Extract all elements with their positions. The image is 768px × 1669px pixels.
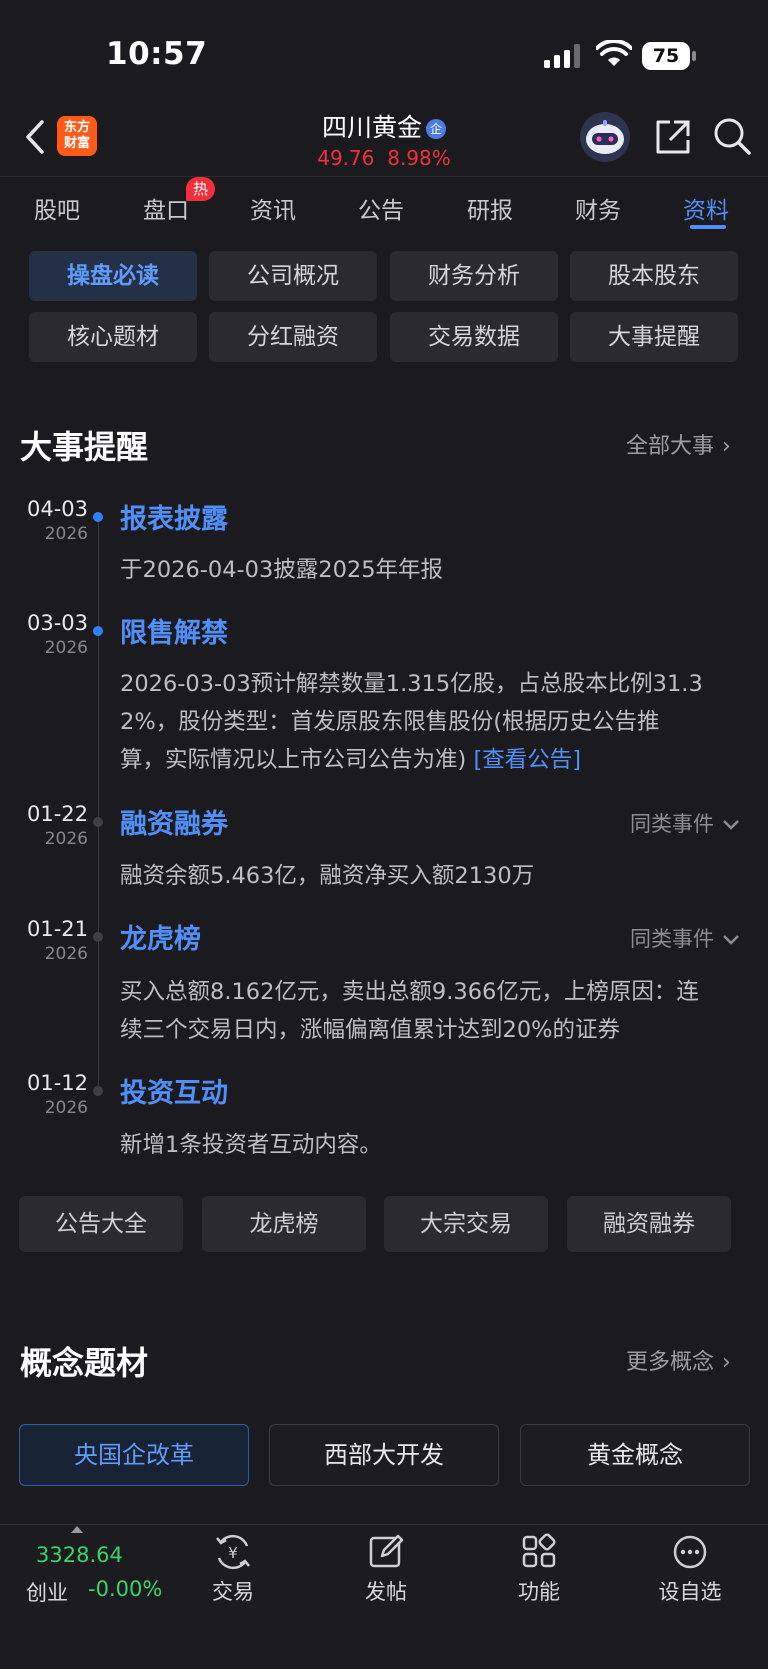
price-line: 49.76 8.98% [0,146,768,170]
event-date: 01-22 [26,802,88,826]
edit-icon [369,1534,404,1568]
timeline-dot [93,1086,103,1096]
margin-trading-button[interactable]: 融资融券 [567,1196,731,1252]
dragon-tiger-list-button[interactable]: 龙虎榜 [202,1196,366,1252]
hot-badge: 热 [186,177,216,201]
nav-post[interactable]: 发帖 [336,1532,436,1606]
tab-active-indicator [690,225,726,229]
stock-name: 四川黄金 [321,113,422,142]
block-trade-button[interactable]: 大宗交易 [384,1196,548,1252]
timeline-dot [93,626,103,636]
stock-title[interactable]: 四川黄金企 [0,108,768,144]
tab-finance[interactable]: 财务 [575,191,621,225]
more-icon [673,1535,707,1569]
enterprise-badge: 企 [426,119,446,139]
stock-price: 49.76 [317,146,375,170]
event-year: 2026 [44,524,88,544]
event-year: 2026 [44,1098,88,1118]
event-date: 01-12 [26,1071,88,1095]
event-title[interactable]: 限售解禁 [120,611,228,650]
tab-bar: 股吧 盘口 热 资讯 公告 研报 财务 资料 [0,176,768,232]
concept-tag[interactable]: 黄金概念 [520,1424,750,1486]
tab-news[interactable]: 资讯 [250,191,296,225]
cellular-signal-icon [544,44,580,68]
event-title[interactable]: 报表披露 [120,497,228,536]
index-value[interactable]: 3328.64 [36,1543,123,1567]
search-icon[interactable] [712,116,752,156]
index-change: -0.00% [88,1577,163,1601]
event-title[interactable]: 龙虎榜 [120,917,201,956]
status-time: 10:57 [106,36,208,72]
event-date: 01-21 [26,917,88,941]
event-date: 03-03 [26,611,88,635]
expand-caret-icon[interactable] [71,1526,83,1533]
concept-section-title: 概念题材 [20,1344,149,1382]
chip-dividends[interactable]: 分红融资 [209,312,377,362]
chip-trading-data[interactable]: 交易数据 [390,312,558,362]
stock-change: 8.98% [387,146,451,170]
event-description: 买入总额8.162亿元，卖出总额9.366亿元，上榜原因：连 续三个交易日内，涨… [120,979,699,1043]
all-announcements-button[interactable]: 公告大全 [19,1196,183,1252]
similar-events-toggle[interactable]: 同类事件 [630,808,740,838]
event-year: 2026 [44,944,88,964]
timeline-dot [93,512,103,522]
assistant-robot-icon[interactable] [580,112,630,162]
event-year: 2026 [44,829,88,849]
nav-add-watchlist[interactable]: 设自选 [640,1532,740,1606]
timeline-line [98,515,99,1095]
svg-text:¥: ¥ [228,1544,238,1562]
nav-functions[interactable]: 功能 [489,1532,589,1606]
event-title[interactable]: 融资融券 [120,802,228,841]
tab-pankou[interactable]: 盘口 [143,191,189,225]
tab-research[interactable]: 研报 [467,191,513,225]
battery-level: 75 [642,42,690,70]
event-year: 2026 [44,638,88,658]
all-events-link[interactable]: 全部大事 › [626,428,731,460]
similar-events-toggle[interactable]: 同类事件 [630,923,740,953]
chip-company-overview[interactable]: 公司概况 [209,251,377,301]
timeline-dot [93,817,103,827]
grid-apps-icon [522,1533,556,1568]
events-section-title: 大事提醒 [20,428,149,466]
chip-core-themes[interactable]: 核心题材 [29,312,197,362]
tab-profile[interactable]: 资料 [683,191,729,225]
event-description: 2026-03-03预计解禁数量1.315亿股，占总股本比例31.3 2%，股份… [120,671,703,773]
chip-must-read[interactable]: 操盘必读 [29,251,197,301]
nav-trade[interactable]: ¥ 交易 [183,1532,283,1606]
event-description: 新增1条投资者互动内容。 [120,1132,382,1158]
more-concepts-link[interactable]: 更多概念 › [626,1344,731,1376]
wifi-icon [596,40,632,66]
battery-icon: 75 [642,42,696,70]
concept-tag[interactable]: 西部大开发 [269,1424,499,1486]
chip-shareholders[interactable]: 股本股东 [570,251,738,301]
chip-financial-analysis[interactable]: 财务分析 [390,251,558,301]
chevron-right-icon: › [722,434,731,459]
tab-announcements[interactable]: 公告 [358,191,404,225]
event-description: 融资余额5.463亿，融资净买入额2130万 [120,863,535,889]
share-icon[interactable] [654,118,692,156]
index-name[interactable]: 创业 [26,1577,68,1607]
chevron-right-icon: › [722,1350,731,1375]
chip-major-events[interactable]: 大事提醒 [570,312,738,362]
timeline-dot [93,932,103,942]
event-description: 于2026-04-03披露2025年年报 [120,557,444,583]
event-title[interactable]: 投资互动 [120,1071,228,1110]
chevron-down-icon [723,935,739,945]
event-date: 04-03 [26,497,88,521]
tab-guba[interactable]: 股吧 [34,191,80,225]
concept-tag[interactable]: 央国企改革 [19,1424,249,1486]
view-announcement-link[interactable]: [查看公告] [473,747,581,773]
trade-icon: ¥ [216,1534,250,1570]
chevron-down-icon [723,820,739,830]
